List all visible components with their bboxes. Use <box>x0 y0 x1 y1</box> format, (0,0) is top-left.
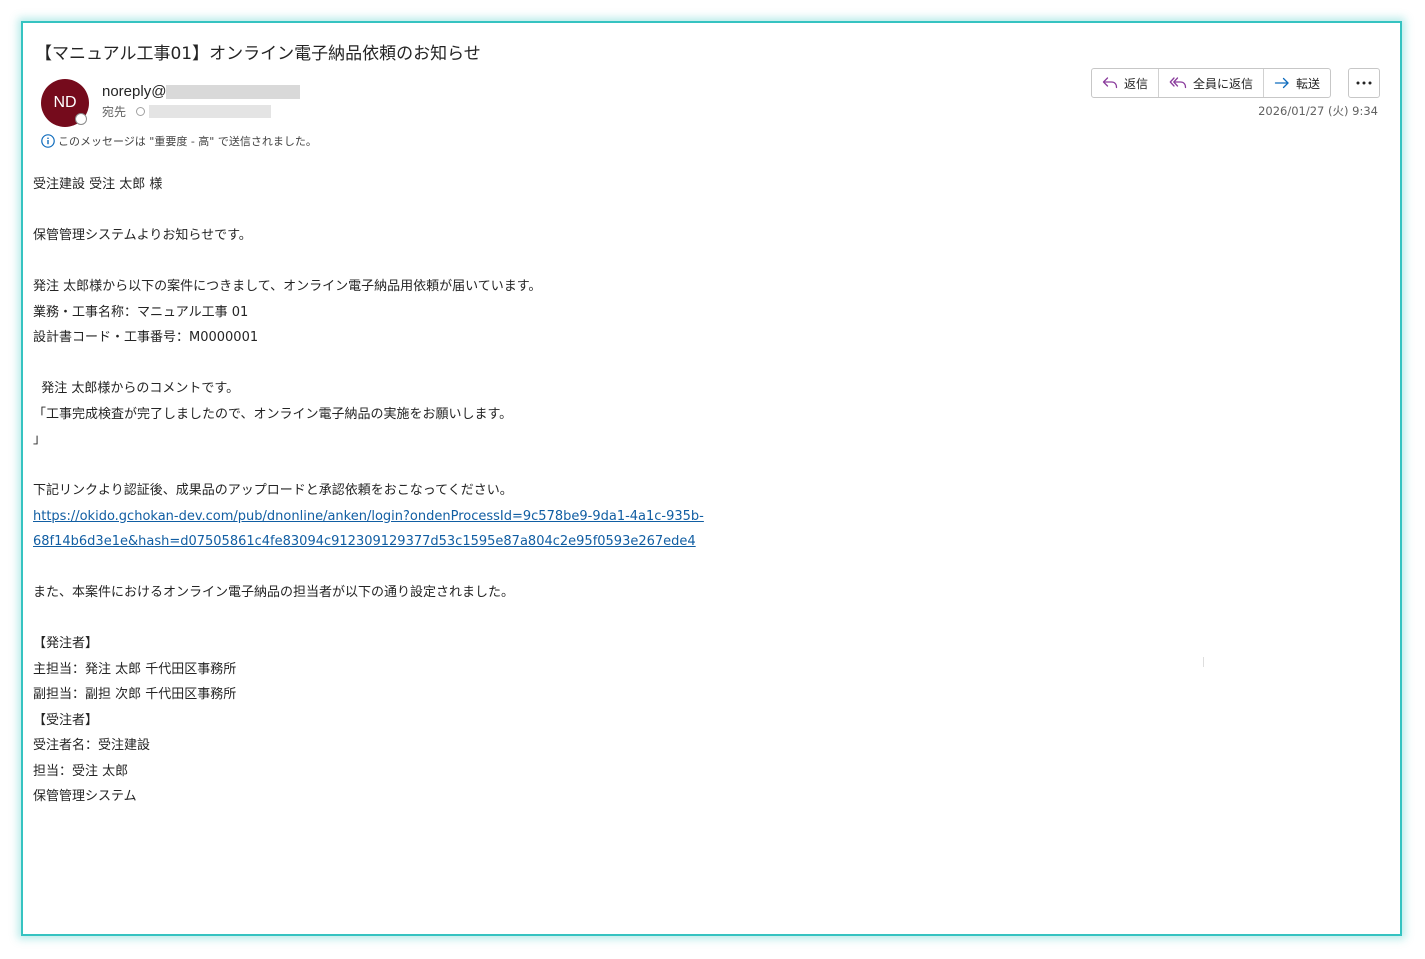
login-link-line1[interactable]: https://okido.gchokan-dev.com/pub/dnonli… <box>33 504 1373 530</box>
sent-date: 2026/01/27 (火) 9:34 <box>1258 104 1378 118</box>
redacted-recipient[interactable] <box>149 105 272 118</box>
sender-address[interactable]: noreply@ <box>102 83 301 100</box>
reply-button[interactable]: 返信 <box>1092 69 1160 97</box>
avatar-initials: ND <box>53 94 77 111</box>
body-comment-close: 」 <box>33 432 47 447</box>
body-contractor-name: 受注者名：受注建設 <box>33 738 151 753</box>
recipient-line: 宛先 <box>102 103 272 120</box>
email-body: 受注建設 受注 太郎 様 保管管理システムよりお知らせです。 発注 太郎様から以… <box>33 172 1373 810</box>
forward-button[interactable]: 転送 <box>1264 69 1330 97</box>
body-assignment-notice: また、本案件におけるオンライン電子納品の担当者が以下の通り設定されました。 <box>33 585 515 600</box>
reply-all-icon <box>1169 77 1187 89</box>
body-request: 発注 太郎様から以下の案件につきまして、オンライン電子納品用依頼が届いています。 <box>33 279 542 294</box>
importance-text: このメッセージは "重要度 - 高" で送信されました。 <box>58 135 317 148</box>
body-orderer-sub: 副担当：副担 次郎 千代田区事務所 <box>33 687 237 702</box>
importance-banner: このメッセージは "重要度 - 高" で送信されました。 <box>41 133 317 149</box>
body-orderer-main: 主担当：発注 太郎 千代田区事務所 <box>33 661 237 677</box>
reply-all-label: 全員に返信 <box>1193 76 1254 91</box>
body-link-instruction: 下記リンクより認証後、成果品のアップロードと承認依頼をおこなってください。 <box>33 483 513 498</box>
more-horizontal-icon <box>1356 81 1372 85</box>
email-reading-pane: 【マニュアル工事01】オンライン電子納品依頼のお知らせ ND noreply@ … <box>21 21 1402 936</box>
email-subject: 【マニュアル工事01】オンライン電子納品依頼のお知らせ <box>35 44 481 64</box>
forward-icon <box>1274 77 1289 89</box>
reply-all-button[interactable]: 全員に返信 <box>1159 69 1265 97</box>
body-orderer-header: 【発注者】 <box>33 636 99 651</box>
body-contractor-person: 担当：受注 太郎 <box>33 763 129 779</box>
body-contractor-header: 【受注者】 <box>33 712 99 728</box>
body-project-code: 設計書コード・工事番号：M0000001 <box>33 330 259 345</box>
body-comment-header: 発注 太郎様からのコメントです。 <box>33 381 240 396</box>
reply-icon <box>1102 77 1118 89</box>
body-comment-text: 「工事完成検査が完了しましたので、オンライン電子納品の実施をお願いします。 <box>33 406 513 422</box>
info-icon <box>41 134 55 148</box>
to-label: 宛先 <box>102 105 127 119</box>
body-project-name: 業務・工事名称：マニュアル工事 01 <box>33 304 249 320</box>
login-link-line2[interactable]: 68f14b6d3e1e&hash=d07505861c4fe83094c912… <box>33 529 1373 555</box>
body-signature: 保管管理システム <box>33 789 137 804</box>
message-actions: 返信 全員に返信 転送 <box>1091 68 1332 98</box>
recipient-presence-icon <box>136 107 146 116</box>
text-cursor-mark <box>1203 657 1204 667</box>
reply-label: 返信 <box>1124 76 1149 91</box>
body-intro: 保管管理システムよりお知らせです。 <box>33 228 252 243</box>
redacted-sender-domain <box>166 84 301 99</box>
body-greeting: 受注建設 受注 太郎 様 <box>33 177 163 192</box>
more-actions-button[interactable] <box>1348 68 1380 98</box>
forward-label: 転送 <box>1296 76 1321 91</box>
sender-address-prefix: noreply@ <box>102 83 167 100</box>
presence-status-icon <box>75 113 87 125</box>
